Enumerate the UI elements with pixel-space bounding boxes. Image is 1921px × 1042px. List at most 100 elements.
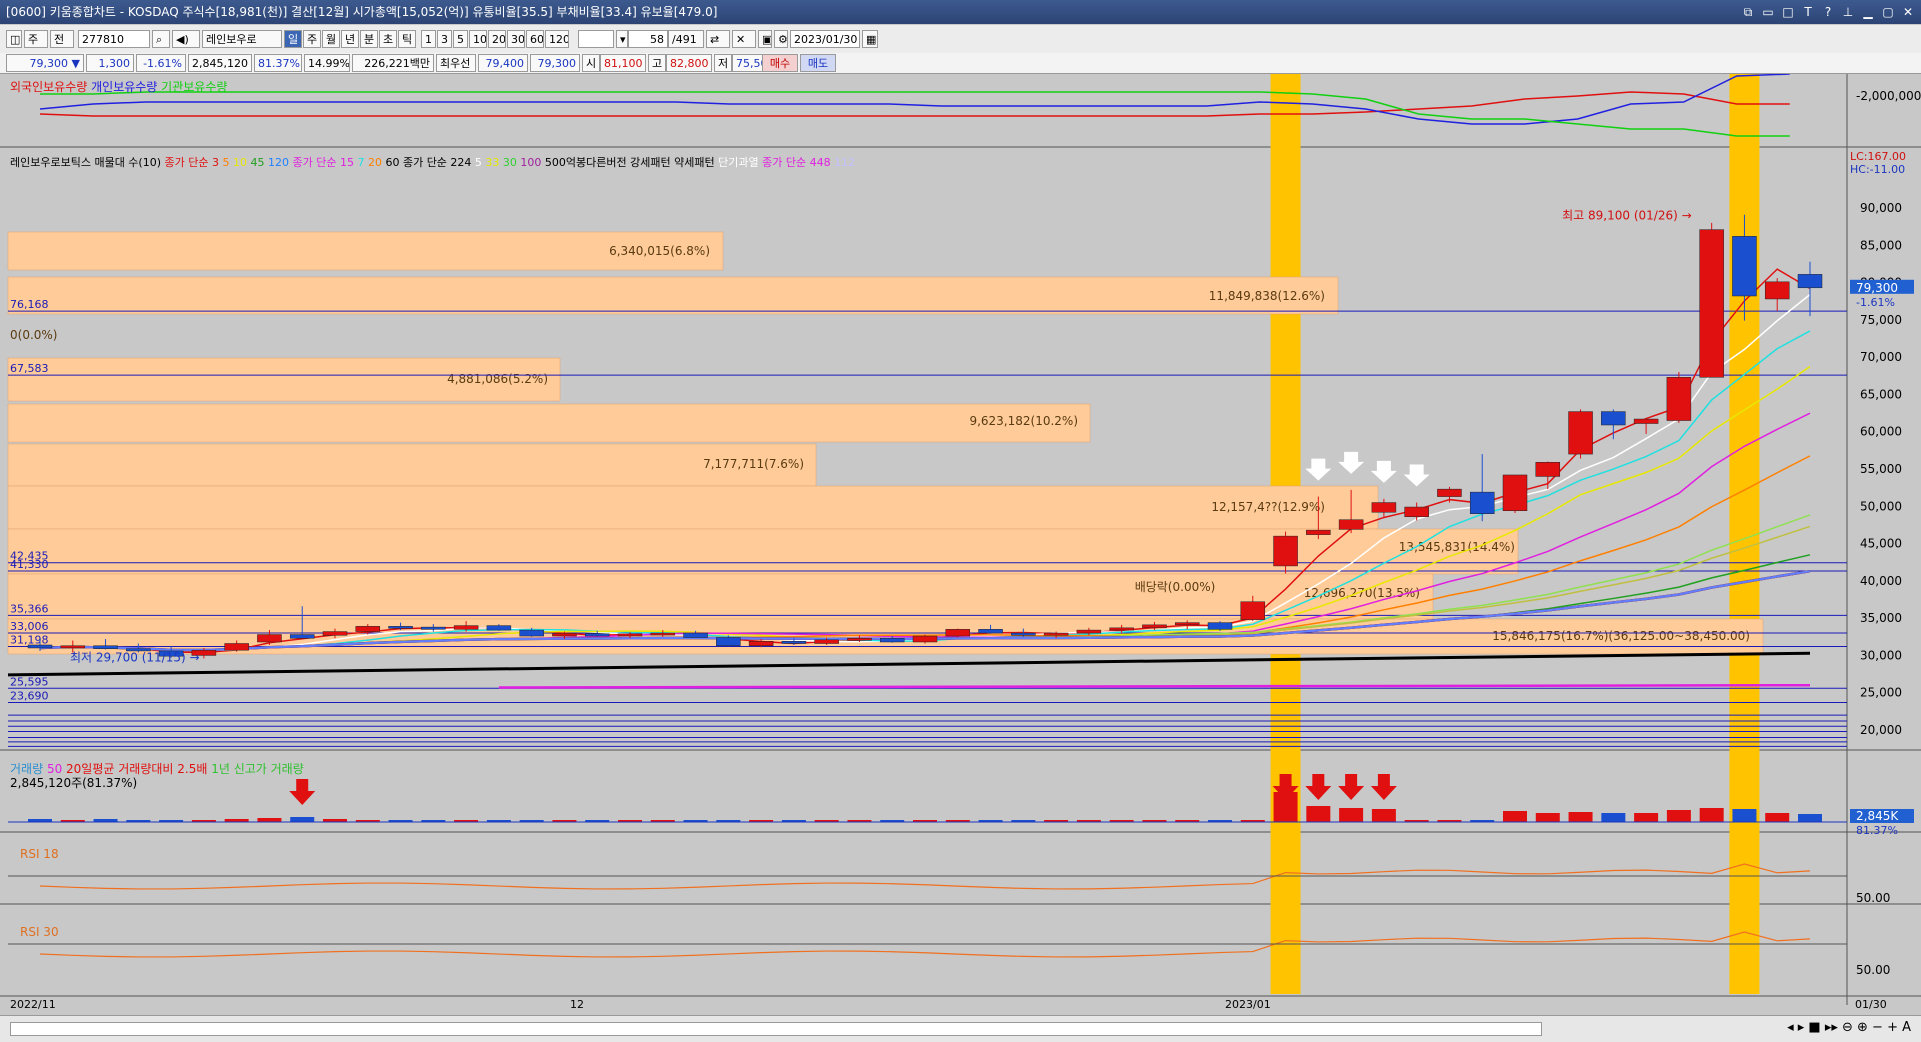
candle-body-2 [93,645,118,649]
best-buy: 79,300 [530,54,580,72]
candle-body-1 [60,645,86,649]
volume-bar-46 [1535,813,1560,822]
price-tick-11: 35,000 [1860,611,1902,625]
candle-body-40 [1338,519,1364,530]
arrow-icon[interactable]: ⇄ [706,30,730,48]
volume-tag: 2,845K [1856,809,1899,823]
interval-tab-5[interactable]: 5 [453,30,468,48]
candle-body-6 [224,643,249,651]
window-max-icon[interactable]: ▢ [1881,0,1895,24]
search-icon[interactable]: ⌕ [152,30,170,48]
hline-label-3: 41,330 [10,558,49,571]
help-icon[interactable]: ? [1821,0,1835,24]
candlestick-chart[interactable]: 6,340,015(6.8%) 11,849,838(12.6%) 4,881,08… [0,74,1921,1015]
period-tab-0[interactable]: 일 [284,30,302,48]
rsi30-label: RSI 30 [20,925,59,939]
volume-bar-8 [290,817,315,822]
calendar-icon[interactable]: ▦ [862,30,878,48]
x-label-2: 2023/01 [1225,998,1271,1011]
volume-bar-41 [1371,809,1396,822]
interval-tab-10[interactable]: 10 [469,30,487,48]
price-tick-12: 30,000 [1860,648,1902,662]
candle-body-17 [584,633,610,637]
volume-profile-label-3: 9,623,182(10.2%) [969,414,1078,428]
period-tab-6[interactable]: 틱 [398,30,416,48]
price-tag: 79,300 [1856,281,1898,295]
low-label: 저 [714,54,732,72]
price-legend-item-2: 5 [222,156,233,169]
volume-profile-bar-7 [7,573,1434,620]
candle-body-0 [27,644,53,649]
chart-area[interactable]: 6,340,015(6.8%) 11,849,838(12.6%) 4,881,08… [0,74,1921,1015]
stock-code-input[interactable]: 277810 [78,30,150,48]
sound-icon[interactable]: ◀) [172,30,200,48]
maximize-icon[interactable]: □ [1781,0,1795,24]
font-icon[interactable]: T [1801,0,1815,24]
candle-body-11 [388,626,413,629]
volume-bar-52 [1732,809,1757,822]
volume-profile-label-0: 6,340,015(6.8%) [609,244,710,258]
candle-body-43 [1437,488,1462,497]
period-tab-2[interactable]: 월 [322,30,340,48]
restore-icon[interactable]: ▁ [1861,0,1875,24]
price-tick-7: 55,000 [1860,462,1902,476]
candle-body-28 [945,629,971,637]
pin-icon[interactable]: ⊥ [1841,0,1855,24]
candle-body-47 [1568,411,1593,455]
volume-bar-51 [1699,808,1724,822]
sell-button[interactable]: 매도 [800,54,836,72]
interval-tab-3[interactable]: 3 [437,30,452,48]
volume-profile-label-1: 11,849,838(12.6%) [1209,289,1325,303]
buy-button[interactable]: 매수 [762,54,798,72]
annotation-high: 최고 89,100 (01/26) → [1562,209,1692,223]
hline-label-6: 31,198 [10,633,49,646]
interval-tab-1[interactable]: 1 [421,30,436,48]
volume-profile-label-7: 12,696,270(13.5%) [1304,586,1420,600]
volume-profile-bar-5 [7,485,1379,530]
stock-name[interactable]: 레인보우로 [202,30,282,48]
chevron-down-icon[interactable]: ▾ [616,30,628,48]
candle-body-29 [978,629,1003,634]
interval-tab-120[interactable]: 120 [545,30,569,48]
period-tab-1[interactable]: 주 [303,30,321,48]
window-title: [0600] 키움종합차트 - KOSDAQ 주식수[18,981(천)] 결산… [6,5,718,19]
scroll-track[interactable] [10,1022,1542,1036]
candle-body-18 [617,633,643,637]
close-icon[interactable]: ✕ [1901,0,1915,24]
open-label: 시 [582,54,600,72]
mode2-select[interactable]: 전 [50,30,74,48]
link-icon[interactable]: ⧉ [1741,0,1755,24]
chart-settings-icon[interactable]: ◫ [6,30,22,48]
date-input[interactable]: 2023/01/30 [790,30,860,48]
candle-body-34 [1142,624,1167,629]
chart-toolbar: ◫ 주 전 277810 ⌕ ◀) 레인보우로 일주월년분초틱 1 3 5 10 20 3… [0,25,1921,54]
candle-body-46 [1535,462,1561,477]
price-legend-item-15: 500억봉다른버전 [544,156,631,169]
period-tab-4[interactable]: 분 [360,30,378,48]
gear-icon[interactable]: ⚙ [774,30,788,48]
count-input[interactable]: 58 [628,30,668,48]
mode1-select[interactable]: 주 [24,30,48,48]
annotation-low: 최저 29,700 (11/15) → [70,651,200,665]
interval-tab-60[interactable]: 60 [526,30,544,48]
chart-scrollbar[interactable]: ◂ ▸ ■ ▸▸ ⊖ ⊕ − + A [0,1015,1921,1042]
candle-body-36 [1207,622,1233,630]
amount: 226,221백만 [352,54,434,72]
period-tab-5[interactable]: 초 [379,30,397,48]
best-sell: 79,400 [478,54,528,72]
candle-body-26 [879,638,905,643]
price-legend-item-5: 120 [267,156,293,169]
no-arrow-icon[interactable]: ✕ [732,30,756,48]
interval-tab-20[interactable]: 20 [488,30,506,48]
window-titlebar: [0600] 키움종합차트 - KOSDAQ 주식수[18,981(천)] 결산… [0,0,1921,24]
save-icon[interactable]: ▣ [758,30,772,48]
period-tab-3[interactable]: 년 [341,30,359,48]
scroll-controls[interactable]: ◂ ▸ ■ ▸▸ ⊖ ⊕ − + A [1787,1020,1911,1035]
interval-input[interactable] [578,30,614,48]
candle-body-8 [289,634,315,639]
price-legend-item-18: 단기과열 [718,156,763,169]
high-label: 고 [648,54,666,72]
minimize-icon[interactable]: ▭ [1761,0,1775,24]
interval-tab-30[interactable]: 30 [507,30,525,48]
count-total: /491 [668,30,704,48]
